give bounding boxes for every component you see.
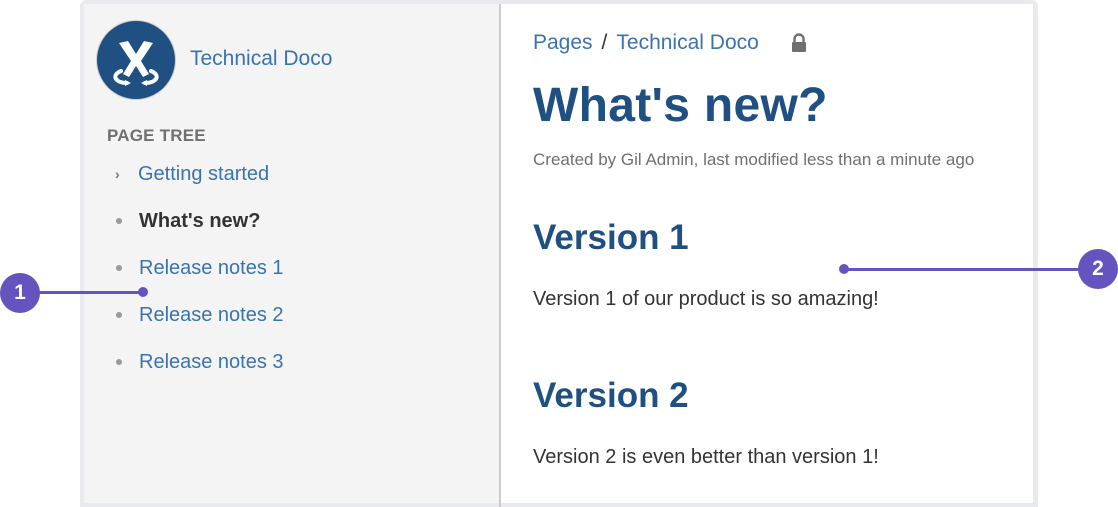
breadcrumb-space[interactable]: Technical Doco bbox=[616, 31, 758, 55]
section-body-version-2: Version 2 is even better than version 1! bbox=[533, 446, 879, 468]
breadcrumb: Pages / Technical Doco bbox=[533, 31, 759, 55]
space-logo[interactable] bbox=[97, 21, 175, 99]
tree-item-label[interactable]: Release notes 3 bbox=[139, 351, 284, 374]
breadcrumb-separator: / bbox=[601, 31, 608, 54]
callout-badge-2: 2 bbox=[1078, 249, 1118, 289]
tree-item-label[interactable]: Release notes 1 bbox=[139, 257, 284, 280]
bullet-icon bbox=[116, 312, 122, 318]
tree-item-label[interactable]: Release notes 2 bbox=[139, 304, 284, 327]
section-body-version-1: Version 1 of our product is so amazing! bbox=[533, 288, 879, 310]
section-heading-version-1: Version 1 bbox=[533, 218, 689, 257]
page-byline: Created by Gil Admin, last modified less… bbox=[533, 150, 975, 169]
callout-dot-1 bbox=[138, 287, 148, 297]
callout-dot-2 bbox=[839, 264, 849, 274]
bullet-icon bbox=[116, 359, 122, 365]
tree-item-release-notes-3[interactable]: Release notes 3 bbox=[115, 349, 284, 375]
page-tree-heading: PAGE TREE bbox=[107, 126, 206, 145]
section-heading-version-2: Version 2 bbox=[533, 376, 689, 415]
tree-item-release-notes-1[interactable]: Release notes 1 bbox=[115, 255, 284, 281]
page-title: What's new? bbox=[533, 79, 828, 132]
space-name-link[interactable]: Technical Doco bbox=[190, 47, 332, 71]
callout-line-2 bbox=[844, 268, 1080, 271]
breadcrumb-pages[interactable]: Pages bbox=[533, 31, 593, 55]
callout-badge-1: 1 bbox=[0, 273, 40, 313]
tree-item-whats-new[interactable]: What's new? bbox=[115, 208, 260, 234]
lock-icon[interactable] bbox=[791, 33, 807, 58]
bullet-icon bbox=[116, 265, 122, 271]
atlassian-logo-icon bbox=[113, 41, 159, 86]
tree-item-release-notes-2[interactable]: Release notes 2 bbox=[115, 302, 284, 328]
tree-item-getting-started[interactable]: › Getting started bbox=[115, 161, 269, 187]
bullet-icon bbox=[116, 218, 122, 224]
chevron-right-icon[interactable]: › bbox=[115, 166, 123, 182]
callout-line-1 bbox=[38, 291, 143, 294]
tree-item-label[interactable]: What's new? bbox=[139, 210, 260, 233]
tree-item-label[interactable]: Getting started bbox=[138, 163, 269, 186]
